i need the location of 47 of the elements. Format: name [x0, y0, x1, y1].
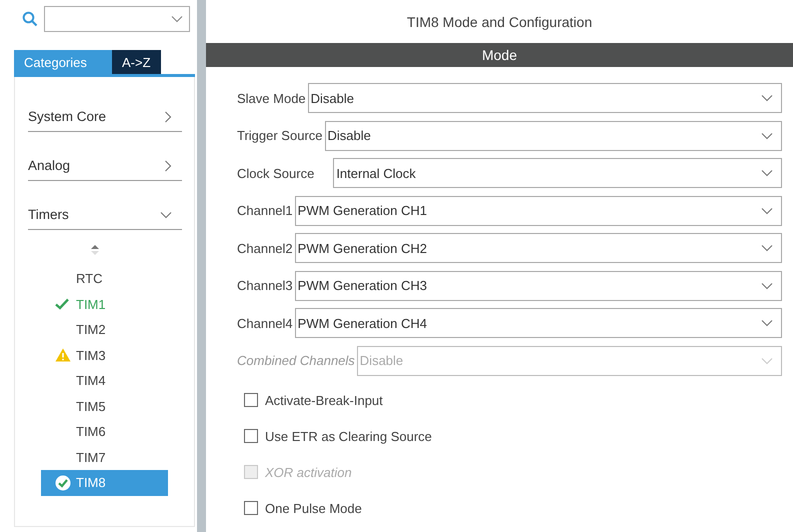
scroll-up-icon[interactable]	[91, 244, 99, 256]
dropdown[interactable]: PWM Generation CH4	[294, 308, 782, 338]
chevron-down-icon	[761, 169, 773, 177]
chevron-down-icon	[761, 282, 773, 290]
dropdown[interactable]: PWM Generation CH3	[294, 270, 782, 300]
setting-label: Channel3	[237, 278, 293, 293]
panel-title: TIM8 Mode and Configuration	[406, 12, 594, 32]
checkbox-label: XOR activation	[265, 464, 352, 480]
dropdown[interactable]: PWM Generation CH2	[294, 233, 782, 263]
chevron-down-icon	[761, 356, 773, 364]
peripheral-item[interactable]: TIM3	[41, 342, 168, 368]
checkbox[interactable]	[244, 501, 258, 516]
category-item[interactable]: Analog	[28, 146, 182, 181]
peripheral-item[interactable]: TIM7	[41, 444, 168, 470]
chevron-down-icon	[761, 206, 773, 214]
setting-label: Channel1	[237, 203, 293, 218]
search-field[interactable]	[44, 6, 190, 32]
category-item[interactable]: System Core	[28, 97, 182, 132]
peripheral-item[interactable]: RTC	[41, 266, 168, 292]
chevron-down-icon	[761, 244, 773, 252]
setting-label: Clock Source	[237, 166, 314, 180]
category-item[interactable]: Timers	[28, 195, 182, 230]
dropdown[interactable]: Internal Clock	[333, 158, 782, 188]
checkbox-label: Use ETR as Clearing Source	[265, 428, 432, 444]
checkbox-label: Activate-Break-Input	[265, 392, 383, 408]
setting-label: Combined Channels	[237, 353, 355, 368]
chevron-down-icon	[761, 319, 773, 327]
chevron-down-icon	[171, 15, 183, 23]
setting-label: Slave Mode	[237, 90, 306, 106]
peripheral-item[interactable]: TIM6	[41, 419, 168, 444]
dropdown[interactable]: Disable	[308, 83, 782, 113]
chevron-down-icon	[761, 132, 773, 140]
search-icon	[22, 11, 38, 27]
chevron-down-icon	[761, 94, 773, 102]
setting-label: Channel2	[237, 240, 293, 256]
dropdown[interactable]: Disable	[324, 120, 782, 150]
peripheral-item[interactable]: TIM5	[41, 394, 168, 419]
dropdown[interactable]: PWM Generation CH1	[294, 196, 782, 226]
checkbox-label: One Pulse Mode	[265, 500, 362, 516]
tab[interactable]: A->Z	[112, 50, 161, 74]
peripheral-item[interactable]: TIM4	[41, 368, 168, 394]
setting-label: Trigger Source	[237, 128, 322, 143]
setting-label: Channel4	[237, 316, 293, 330]
peripheral-item[interactable]: TIM2	[41, 317, 168, 342]
checkbox[interactable]	[244, 393, 258, 408]
checkbox[interactable]	[244, 429, 258, 444]
section-header: Mode	[206, 43, 793, 67]
